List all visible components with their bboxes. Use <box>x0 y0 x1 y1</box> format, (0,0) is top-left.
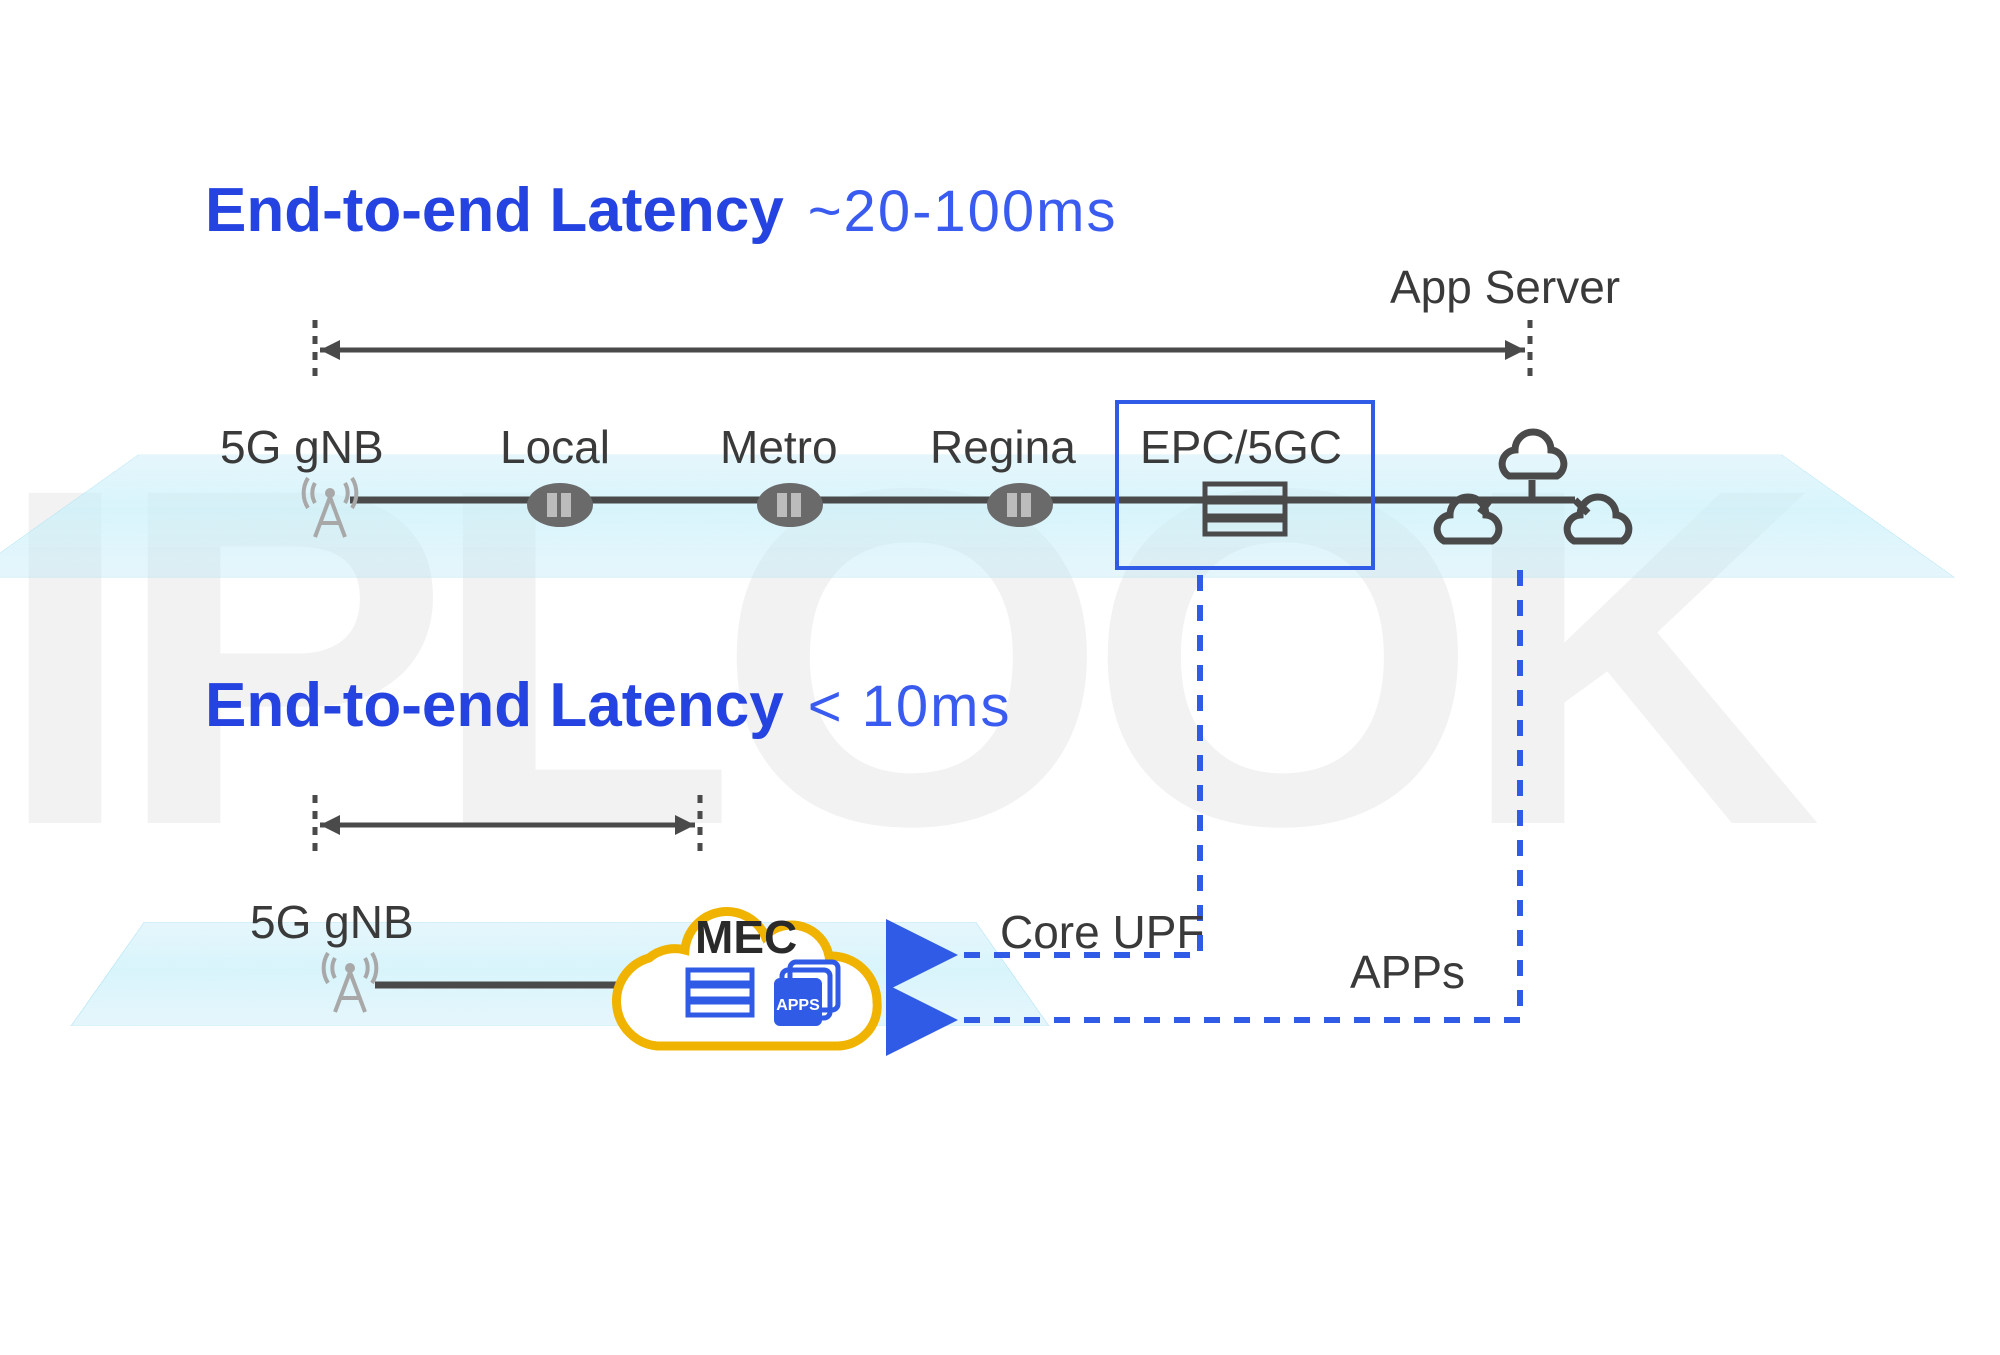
apps-flow-label: APPs <box>1350 945 1465 999</box>
core-upf-label: Core UPF <box>1000 905 1204 959</box>
dashed-flows <box>0 0 2000 1355</box>
